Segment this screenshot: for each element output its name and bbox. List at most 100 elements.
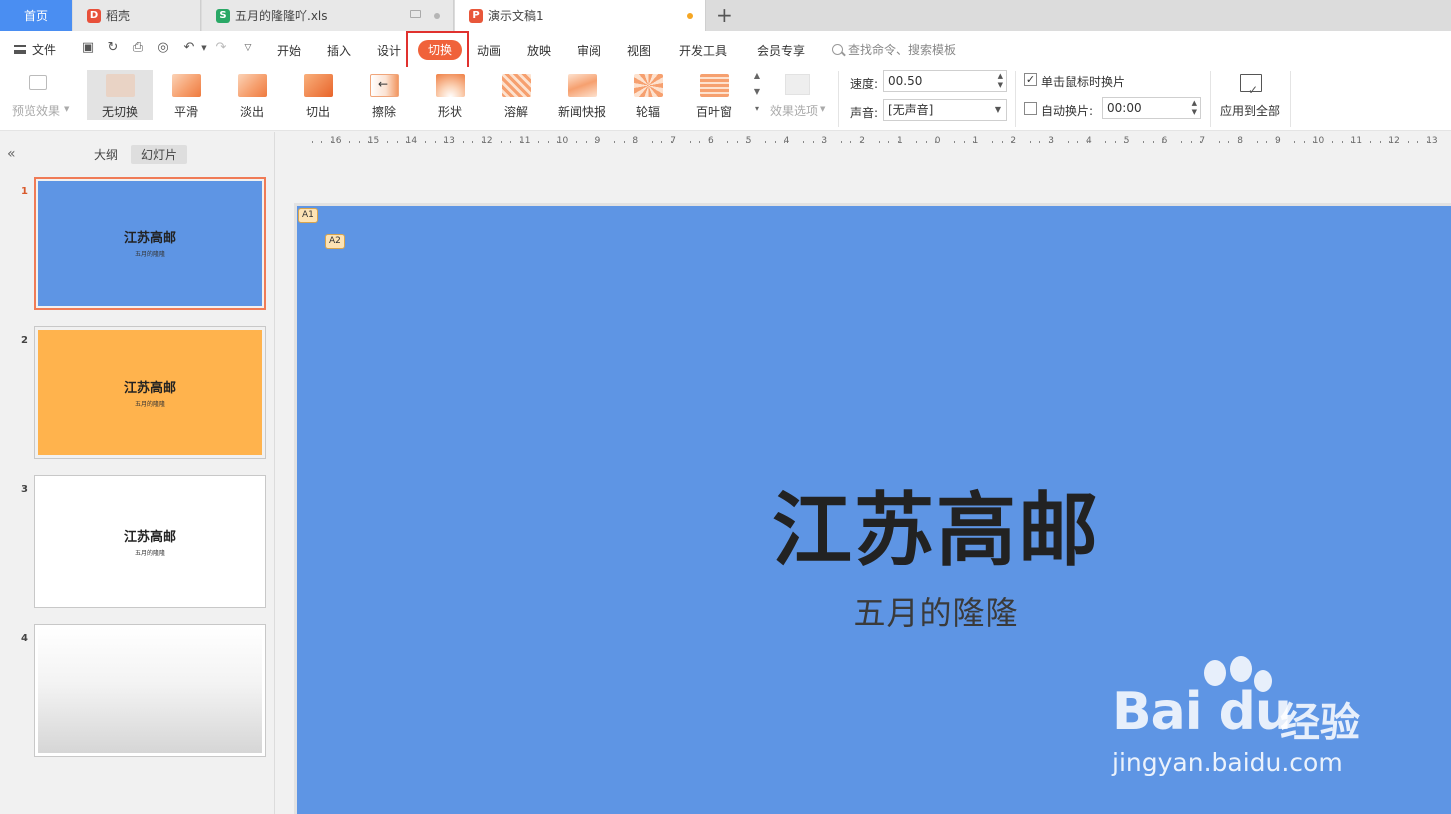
menu-design[interactable]: 设计 (377, 42, 401, 59)
speed-label: 速度: (850, 77, 879, 91)
thumb-subtitle: 五月的隆隆 (134, 251, 165, 258)
animation-tag-a1[interactable]: A1 (298, 208, 318, 223)
ruler-tick (1256, 141, 1258, 143)
new-tab-plus-icon[interactable]: + (716, 4, 733, 26)
ruler-tick (1114, 141, 1116, 143)
ruler-tick (1417, 141, 1419, 143)
transition-label: 溶解 (503, 105, 528, 119)
customize-quick-access-icon[interactable]: ▽ (240, 40, 256, 56)
transition-thumb (502, 74, 531, 97)
menu-animation[interactable]: 动画 (477, 42, 501, 59)
ruler-tick (1029, 141, 1031, 143)
tab-presentation[interactable]: P 演示文稿1 (455, 0, 706, 31)
auto-advance-label: 自动换片: (1041, 104, 1094, 118)
print-preview-icon[interactable]: ◎ (155, 40, 171, 56)
ruler-tick (387, 141, 389, 143)
slide-thumbnail-2[interactable]: 江苏高邮 五月的隆隆 (34, 326, 266, 459)
auto-advance-time-input[interactable]: 00:00 ▲ ▼ (1102, 97, 1201, 119)
apply-to-all-button[interactable]: ✓ 应用到全部 (1218, 71, 1286, 119)
auto-advance-checkbox[interactable] (1024, 102, 1037, 115)
command-search[interactable]: 查找命令、搜索模板 (832, 41, 956, 58)
menu-member[interactable]: 会员专享 (757, 42, 805, 59)
transition-blinds[interactable]: 百叶窗 (681, 70, 747, 120)
auto-advance-value: 00:00 (1107, 101, 1142, 115)
transition-wipe[interactable]: ← 擦除 (351, 70, 417, 120)
transition-label: 新闻快报 (557, 105, 606, 119)
slide-thumb-bg (38, 628, 262, 753)
tab-daoke[interactable]: D 稻壳 (73, 0, 201, 31)
on-click-checkbox[interactable]: ✓ (1024, 73, 1037, 86)
ruler-tick (595, 141, 597, 143)
slide-thumbnail-4[interactable] (34, 624, 266, 757)
transition-newsflash[interactable]: 新闻快报 (549, 70, 615, 120)
speed-input[interactable]: 00.50 ▲ ▼ (883, 70, 1007, 92)
collapse-panel-icon[interactable]: « (7, 146, 16, 162)
transition-dissolve[interactable]: 溶解 (483, 70, 549, 120)
search-icon (832, 44, 843, 55)
tab-home[interactable]: 首页 (0, 0, 72, 31)
transition-label: 平滑 (173, 105, 198, 119)
effect-options-button[interactable]: 效果选项 ▼ (768, 71, 832, 119)
print-icon[interactable]: ⎙ (130, 40, 146, 56)
transition-none[interactable]: 无切换 (87, 70, 153, 120)
slide-number: 3 (21, 484, 28, 495)
transition-thumb (172, 74, 201, 97)
thumb-subtitle: 五月的隆隆 (134, 401, 165, 408)
gallery-scroll-down-icon[interactable]: ▼ (752, 87, 762, 96)
menu-slideshow[interactable]: 放映 (527, 42, 551, 59)
undo-icon[interactable]: ↶ (181, 40, 197, 56)
transition-cut[interactable]: 切出 (285, 70, 351, 120)
slide-thumbnail-1[interactable]: 江苏高邮 五月的隆隆 (34, 177, 266, 310)
ruler-tick (1370, 141, 1372, 143)
ruler-tick (840, 141, 842, 143)
share-icon[interactable]: ↻ (105, 40, 121, 56)
transition-wheel[interactable]: 轮辐 (615, 70, 681, 120)
ruler-tick (651, 141, 653, 143)
animation-tag-a2[interactable]: A2 (325, 234, 345, 249)
tab-outline[interactable]: 大纲 (94, 146, 118, 163)
ruler-tick (1388, 141, 1390, 143)
menu-start[interactable]: 开始 (277, 42, 301, 59)
ruler-tick (1039, 141, 1041, 143)
slide-thumb-bg: 江苏高邮 五月的隆隆 (38, 330, 262, 455)
spinner-icon[interactable]: ▲ ▼ (998, 72, 1003, 90)
gallery-expand-icon[interactable]: ▾ (752, 104, 762, 113)
jingyan-logo: 经验 (1280, 700, 1360, 746)
slide-thumbnail-3[interactable]: 江苏高邮 五月的隆隆 (34, 475, 266, 608)
ruler-tick (859, 141, 861, 143)
ruler-tick (1086, 141, 1088, 143)
slide-number: 4 (21, 633, 28, 644)
transition-fade[interactable]: 淡出 (219, 70, 285, 120)
save-icon[interactable]: ▣ (80, 40, 96, 56)
tab-slides[interactable]: 幻灯片 (131, 145, 188, 164)
ruler-label: 12 (481, 136, 493, 146)
file-menu-button[interactable]: 文件 (14, 41, 56, 58)
transition-shape[interactable]: 形状 (417, 70, 483, 120)
spinner-icon[interactable]: ▲ ▼ (1192, 99, 1197, 117)
preview-effect-button[interactable]: 预览效果 ▼ (12, 71, 72, 119)
menu-review[interactable]: 审阅 (577, 42, 601, 59)
preview-icon (29, 75, 47, 90)
menu-developer[interactable]: 开发工具 (679, 42, 727, 59)
hamburger-icon (14, 45, 26, 54)
tab-spreadsheet[interactable]: S 五月的隆隆吖.xls (202, 0, 454, 31)
slide-subtitle[interactable]: 五月的隆隆 (736, 588, 1136, 634)
sound-select[interactable]: [无声音] ▼ (883, 99, 1007, 121)
undo-dropdown-icon[interactable]: ▼ (196, 40, 212, 56)
ruler-tick (396, 141, 398, 143)
menu-view[interactable]: 视图 (627, 42, 651, 59)
ruler-tick (321, 141, 323, 143)
transition-label: 切出 (305, 105, 330, 119)
gallery-scroll-up-icon[interactable]: ▲ (752, 71, 762, 80)
transition-label: 轮辐 (635, 105, 660, 119)
transition-smooth[interactable]: 平滑 (153, 70, 219, 120)
thumb-subtitle: 五月的隆隆 (134, 550, 165, 557)
redo-icon[interactable]: ↷ (213, 40, 229, 56)
ruler-tick (850, 141, 852, 143)
transition-thumb (700, 74, 729, 97)
ruler-tick (1218, 141, 1220, 143)
apply-to-all-label: 应用到全部 (1220, 104, 1281, 118)
slide-title[interactable]: 江苏高邮 (686, 466, 1186, 582)
menu-insert[interactable]: 插入 (327, 42, 351, 59)
ruler-tick (1001, 141, 1003, 143)
